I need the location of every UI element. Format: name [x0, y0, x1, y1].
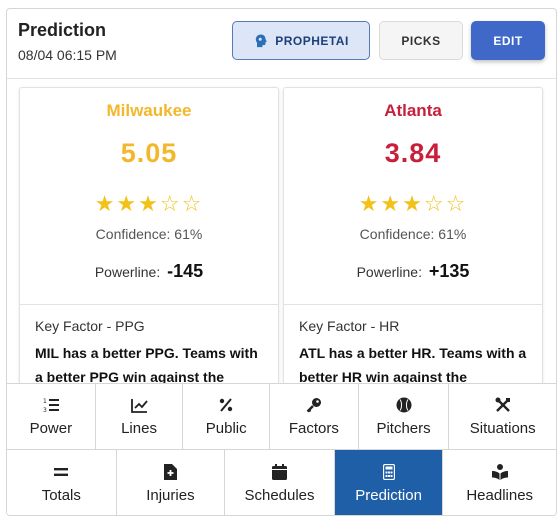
nav-label: Situations [469, 420, 536, 437]
star-rating: ★★★☆☆ [358, 192, 468, 217]
nav-label: Lines [121, 420, 157, 437]
team-score: 3.84 [384, 138, 442, 168]
line-chart-icon [130, 396, 148, 414]
nav-item-situations[interactable]: Situations [449, 384, 556, 449]
powerline: Powerline: +135 [284, 261, 542, 282]
brain-head-icon [255, 34, 267, 47]
tools-icon [495, 396, 511, 414]
team-score: 5.05 [120, 138, 178, 168]
nav-label: Prediction [355, 486, 422, 504]
calendar-icon [272, 463, 287, 481]
key-factor-text: MIL has a better PPG. Teams with a bette… [35, 345, 258, 385]
nav-label: Power [29, 420, 73, 437]
nav-item-headlines[interactable]: Headlines [443, 450, 556, 515]
key-factor-title: Key Factor - HR [299, 318, 400, 334]
baseball-icon [396, 396, 412, 414]
prophetai-label: PROPHETAI [275, 33, 349, 48]
team-card-milwaukee: Milwaukee 5.05 ★★★☆☆ Confidence: 61% Pow… [19, 87, 279, 387]
nav-row-secondary: Totals Injuries Schedules Prediction Hea… [7, 449, 556, 515]
ordered-list-icon: 13 [43, 396, 59, 414]
nav-label: Factors [288, 420, 339, 437]
card-header: Prediction 08/04 06:15 PM PROPHETAI PICK… [7, 9, 556, 79]
key-factor-text: ATL has a better HR. Teams with a better… [299, 345, 527, 385]
team-name: Atlanta [384, 101, 442, 120]
nav-item-prediction[interactable]: Prediction [334, 450, 444, 515]
confidence-text: Confidence: 61% [95, 226, 203, 242]
key-factor: Key Factor - HR ATL has a better HR. Tea… [284, 304, 542, 386]
equals-icon [54, 463, 69, 481]
page-title: Prediction [18, 20, 107, 40]
svg-text:3: 3 [43, 407, 47, 413]
percent-icon [219, 396, 233, 414]
nav-item-public[interactable]: Public [183, 384, 271, 449]
nav-item-factors[interactable]: Factors [270, 384, 359, 449]
picks-button[interactable]: PICKS [379, 21, 463, 60]
powerline-value: +135 [428, 261, 470, 281]
nav-item-totals[interactable]: Totals [7, 450, 117, 515]
key-factor-title: Key Factor - PPG [35, 318, 145, 334]
nav-label: Public [205, 420, 247, 437]
nav-label: Schedules [244, 486, 315, 504]
svg-text:1: 1 [43, 398, 47, 405]
prediction-card: Prediction 08/04 06:15 PM PROPHETAI PICK… [6, 8, 557, 516]
nav-row-primary: 13 Power Lines Public Factors Pitchers S… [7, 383, 556, 449]
nav-label: Headlines [466, 486, 534, 504]
nav-item-power[interactable]: 13 Power [7, 384, 96, 449]
nav-label: Totals [41, 486, 81, 504]
nav-item-pitchers[interactable]: Pitchers [358, 384, 450, 449]
nav-item-schedules[interactable]: Schedules [225, 450, 335, 515]
medical-file-icon [163, 463, 177, 481]
nav-label: Pitchers [376, 420, 431, 437]
star-rating: ★★★☆☆ [94, 192, 204, 217]
powerline-label: Powerline: [94, 264, 161, 280]
key-factor: Key Factor - PPG MIL has a better PPG. T… [20, 304, 278, 386]
game-datetime: 08/04 06:15 PM [18, 47, 117, 63]
powerline-value: -145 [167, 261, 204, 281]
confidence-text: Confidence: 61% [359, 226, 467, 242]
powerline-label: Powerline: [356, 264, 422, 280]
calculator-icon [382, 463, 395, 481]
powerline: Powerline: -145 [20, 261, 278, 282]
nav-item-lines[interactable]: Lines [95, 384, 184, 449]
book-reader-icon [491, 463, 509, 481]
nav-label: Injuries [146, 486, 195, 504]
key-icon [306, 396, 322, 414]
edit-button[interactable]: EDIT [471, 21, 545, 60]
team-name: Milwaukee [106, 101, 192, 120]
prophetai-button[interactable]: PROPHETAI [232, 21, 370, 60]
nav-item-injuries[interactable]: Injuries [116, 450, 226, 515]
team-card-atlanta: Atlanta 3.84 ★★★☆☆ Confidence: 61% Power… [283, 87, 543, 387]
